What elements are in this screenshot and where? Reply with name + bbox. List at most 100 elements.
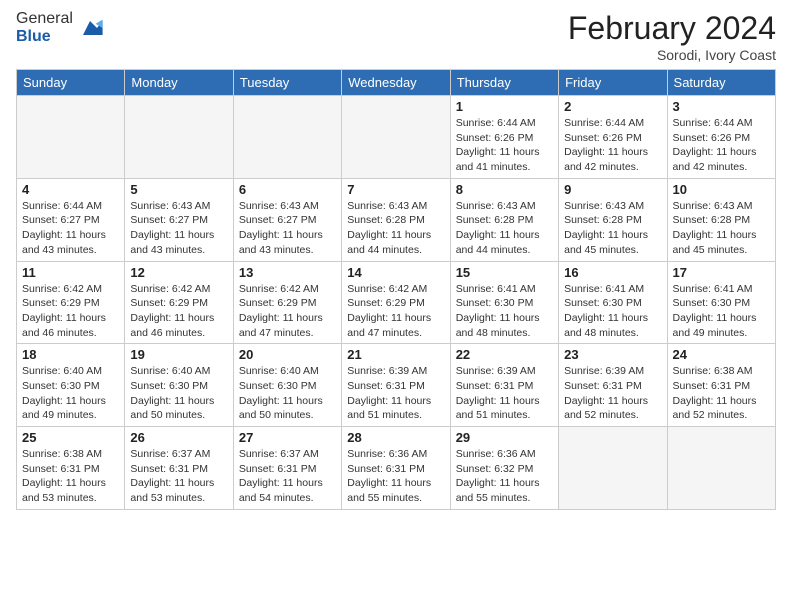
calendar-cell: 23 Sunrise: 6:39 AMSunset: 6:31 PMDayligh… [559,344,667,427]
day-info: Sunrise: 6:43 AMSunset: 6:27 PMDaylight:… [239,199,336,258]
day-number: 7 [347,182,444,197]
day-info: Sunrise: 6:43 AMSunset: 6:28 PMDaylight:… [673,199,770,258]
day-number: 10 [673,182,770,197]
day-of-week-saturday: Saturday [667,70,775,96]
calendar-cell: 7 Sunrise: 6:43 AMSunset: 6:28 PMDaylight… [342,178,450,261]
calendar-cell: 10 Sunrise: 6:43 AMSunset: 6:28 PMDayligh… [667,178,775,261]
day-of-week-tuesday: Tuesday [233,70,341,96]
calendar-cell: 28Sunrise: 6:36 AMSunset: 6:31 PMDayligh… [342,427,450,510]
day-number: 29 [456,430,553,445]
calendar-week-2: 4Sunrise: 6:44 AMSunset: 6:27 PMDaylight… [17,178,776,261]
day-number: 26 [130,430,227,445]
calendar-cell: 6 Sunrise: 6:43 AMSunset: 6:27 PMDaylight… [233,178,341,261]
day-number: 12 [130,265,227,280]
calendar-cell: 25Sunrise: 6:38 AMSunset: 6:31 PMDayligh… [17,427,125,510]
calendar-week-3: 11 Sunrise: 6:42 AMSunset: 6:29 PMDayligh… [17,261,776,344]
day-number: 18 [22,347,119,362]
calendar-week-4: 18 Sunrise: 6:40 AMSunset: 6:30 PMDayligh… [17,344,776,427]
calendar-cell: 14 Sunrise: 6:42 AMSunset: 6:29 PMDayligh… [342,261,450,344]
day-number: 25 [22,430,119,445]
day-info: Sunrise: 6:44 AMSunset: 6:26 PMDaylight:… [564,116,661,175]
logo-icon [76,14,104,42]
day-info: Sunrise: 6:38 AMSunset: 6:31 PMDaylight:… [673,364,770,423]
calendar-cell: 11 Sunrise: 6:42 AMSunset: 6:29 PMDayligh… [17,261,125,344]
day-number: 9 [564,182,661,197]
calendar-cell [342,96,450,179]
day-number: 24 [673,347,770,362]
calendar-cell: 22 Sunrise: 6:39 AMSunset: 6:31 PMDayligh… [450,344,558,427]
calendar-cell: 4Sunrise: 6:44 AMSunset: 6:27 PMDaylight… [17,178,125,261]
calendar-cell: 24 Sunrise: 6:38 AMSunset: 6:31 PMDayligh… [667,344,775,427]
logo: General Blue [16,10,104,45]
day-info: Sunrise: 6:43 AMSunset: 6:28 PMDaylight:… [564,199,661,258]
calendar-cell: 2 Sunrise: 6:44 AMSunset: 6:26 PMDaylight… [559,96,667,179]
day-number: 13 [239,265,336,280]
calendar-cell: 16Sunrise: 6:41 AMSunset: 6:30 PMDayligh… [559,261,667,344]
calendar-cell: 27 Sunrise: 6:37 AMSunset: 6:31 PMDayligh… [233,427,341,510]
day-info: Sunrise: 6:40 AMSunset: 6:30 PMDaylight:… [22,364,119,423]
day-number: 6 [239,182,336,197]
day-info: Sunrise: 6:40 AMSunset: 6:30 PMDaylight:… [130,364,227,423]
day-info: Sunrise: 6:39 AMSunset: 6:31 PMDaylight:… [456,364,553,423]
month-title: February 2024 [568,10,776,47]
day-number: 27 [239,430,336,445]
day-number: 21 [347,347,444,362]
calendar-cell: 3 Sunrise: 6:44 AMSunset: 6:26 PMDaylight… [667,96,775,179]
day-info: Sunrise: 6:42 AMSunset: 6:29 PMDaylight:… [347,282,444,341]
day-info: Sunrise: 6:36 AMSunset: 6:32 PMDaylight:… [456,447,553,506]
day-info: Sunrise: 6:44 AMSunset: 6:26 PMDaylight:… [673,116,770,175]
calendar-cell: 26Sunrise: 6:37 AMSunset: 6:31 PMDayligh… [125,427,233,510]
day-of-week-friday: Friday [559,70,667,96]
day-number: 15 [456,265,553,280]
day-info: Sunrise: 6:39 AMSunset: 6:31 PMDaylight:… [564,364,661,423]
day-of-week-monday: Monday [125,70,233,96]
day-number: 4 [22,182,119,197]
calendar-cell: 13Sunrise: 6:42 AMSunset: 6:29 PMDayligh… [233,261,341,344]
day-number: 3 [673,99,770,114]
day-number: 8 [456,182,553,197]
calendar-cell [667,427,775,510]
day-number: 1 [456,99,553,114]
logo-blue: Blue [16,28,73,46]
calendar-cell: 18 Sunrise: 6:40 AMSunset: 6:30 PMDayligh… [17,344,125,427]
day-of-week-thursday: Thursday [450,70,558,96]
day-info: Sunrise: 6:37 AMSunset: 6:31 PMDaylight:… [239,447,336,506]
calendar-cell: 21 Sunrise: 6:39 AMSunset: 6:31 PMDayligh… [342,344,450,427]
calendar-cell: 5Sunrise: 6:43 AMSunset: 6:27 PMDaylight… [125,178,233,261]
calendar-cell: 19 Sunrise: 6:40 AMSunset: 6:30 PMDayligh… [125,344,233,427]
day-number: 23 [564,347,661,362]
day-number: 2 [564,99,661,114]
day-info: Sunrise: 6:43 AMSunset: 6:28 PMDaylight:… [456,199,553,258]
calendar-cell: 8 Sunrise: 6:43 AMSunset: 6:28 PMDaylight… [450,178,558,261]
day-info: Sunrise: 6:39 AMSunset: 6:31 PMDaylight:… [347,364,444,423]
calendar-cell [559,427,667,510]
calendar-cell [233,96,341,179]
calendar-cell [125,96,233,179]
day-number: 20 [239,347,336,362]
day-info: Sunrise: 6:42 AMSunset: 6:29 PMDaylight:… [22,282,119,341]
logo-general: General [16,10,73,28]
calendar-cell: 15 Sunrise: 6:41 AMSunset: 6:30 PMDayligh… [450,261,558,344]
day-number: 17 [673,265,770,280]
day-info: Sunrise: 6:40 AMSunset: 6:30 PMDaylight:… [239,364,336,423]
calendar-header-row: SundayMondayTuesdayWednesdayThursdayFrid… [17,70,776,96]
day-of-week-sunday: Sunday [17,70,125,96]
calendar-cell: 20 Sunrise: 6:40 AMSunset: 6:30 PMDayligh… [233,344,341,427]
day-number: 28 [347,430,444,445]
day-number: 19 [130,347,227,362]
calendar-cell [17,96,125,179]
day-info: Sunrise: 6:41 AMSunset: 6:30 PMDaylight:… [673,282,770,341]
day-number: 14 [347,265,444,280]
title-area: February 2024 Sorodi, Ivory Coast [568,10,776,63]
day-number: 11 [22,265,119,280]
day-info: Sunrise: 6:43 AMSunset: 6:28 PMDaylight:… [347,199,444,258]
calendar-cell: 1Sunrise: 6:44 AMSunset: 6:26 PMDaylight… [450,96,558,179]
calendar: SundayMondayTuesdayWednesdayThursdayFrid… [16,69,776,510]
page: General Blue February 2024 Sorodi, Ivory… [0,0,792,612]
day-number: 22 [456,347,553,362]
day-of-week-wednesday: Wednesday [342,70,450,96]
day-info: Sunrise: 6:41 AMSunset: 6:30 PMDaylight:… [564,282,661,341]
calendar-cell: 29 Sunrise: 6:36 AMSunset: 6:32 PMDayligh… [450,427,558,510]
calendar-week-1: 1 Sunrise: 6:44 AMSunset: 6:26 PMDaylight… [17,96,776,179]
day-info: Sunrise: 6:41 AMSunset: 6:30 PMDaylight:… [456,282,553,341]
